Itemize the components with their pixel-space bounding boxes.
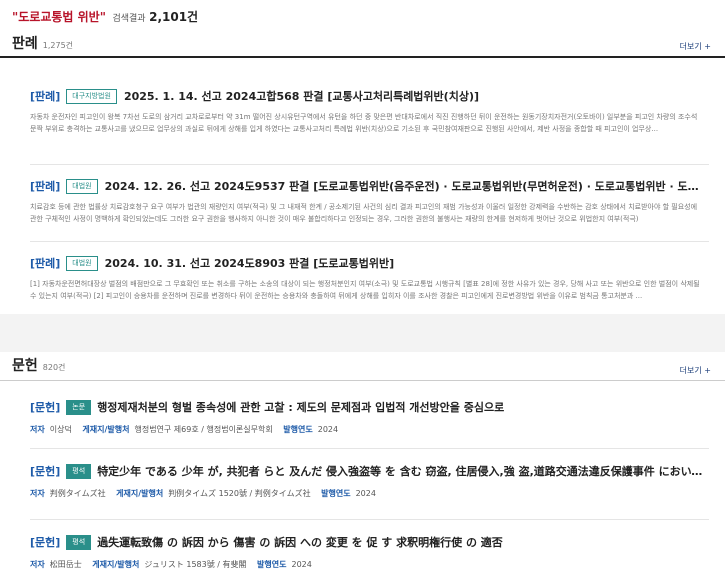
case-item[interactable]: [판례] 대구지방법원 2025. 1. 14. 선고 2024고합568 판결… [0,58,725,138]
author-label: 저자 [30,425,45,434]
search-result-header: "도로교통법 위반" 검색결과 2,101건 [0,0,725,30]
year-value: 2024 [317,425,339,434]
doc-type-badge: 평석 [66,463,92,479]
literature-kind-label: [문헌] [30,401,61,414]
literature-section-title: 문헌 [12,358,38,374]
case-summary: [1] 자동차운전면허대장상 벌점의 배점만으로 그 무효확인 또는 취소를 구… [30,280,700,300]
literature-count: 820건 [42,363,66,372]
publisher-label: 게재지/발행처 [82,425,130,434]
author-value: 松田岳士 [49,560,82,569]
case-summary: 치료감호 등에 관한 법률상 치료감호청구 요구 여부가 법관의 재량인지 여부… [30,203,698,223]
doc-type-badge: 평석 [66,534,92,550]
cases-section-title: 판례 [12,36,38,52]
result-label: 검색결과 [112,14,146,24]
literature-section: 문헌 820건 더보기 + [문헌] 논문 행정제재처분의 형벌 종속성에 관한 … [0,352,725,580]
literature-kind-label: [문헌] [30,536,61,549]
cases-section: 판례 1,275건 더보기 + [판례] 대구지방법원 2025. 1. 14. … [0,30,725,314]
case-kind-label: [판례] [30,257,61,270]
court-badge: 대법원 [66,255,98,271]
search-query: "도로교통법 위반" [12,10,106,24]
case-title-link[interactable]: 2024. 12. 26. 선고 2024도9537 판결 [도로교통법위반(음… [105,178,705,194]
publisher-value: 행정법연구 제69호 / 행정법이론실무학회 [134,425,273,434]
literature-title-link[interactable]: 特定少年 である 少年 が, 共犯者 らと 及んだ 侵入強盗等 を 含む 窃盗,… [97,463,705,479]
year-label: 발행연도 [321,489,351,498]
case-summary: 자동차 운전자인 피고인이 왕복 7차선 도로의 삼거리 교차로로부터 약 31… [30,113,698,133]
year-value: 2024 [291,560,312,569]
cases-count: 1,275건 [42,41,74,50]
case-title-link[interactable]: 2025. 1. 14. 선고 2024고합568 판결 [교통사고처리특례법위… [124,88,479,104]
publisher-label: 게재지/발행처 [116,489,164,498]
literature-title-link[interactable]: 행정제재처분의 형벌 종속성에 관한 고찰 : 제도의 문제점과 입법적 개선방… [97,399,504,415]
literature-section-header: 문헌 820건 더보기 + [0,352,725,381]
year-label: 발행연도 [283,425,313,434]
literature-item[interactable]: [문헌] 평석 特定少年 である 少年 が, 共犯者 らと 及んだ 侵入強盗等 … [0,449,725,519]
publisher-label: 게재지/발행처 [92,560,140,569]
case-item[interactable]: [판례] 대법원 2024. 10. 31. 선고 2024도8903 판결 [… [0,242,725,314]
literature-item[interactable]: [문헌] 논문 행정제재처분의 형벌 종속성에 관한 고찰 : 제도의 문제점과… [0,381,725,448]
court-badge: 대법원 [66,178,98,194]
year-value: 2024 [355,489,376,498]
cases-more-link[interactable]: 더보기 + [680,41,711,56]
court-badge: 대구지방법원 [66,88,117,104]
result-count: 2,101건 [149,10,199,24]
literature-kind-label: [문헌] [30,465,61,478]
cases-section-header: 판례 1,275건 더보기 + [0,30,725,58]
author-value: 이상덕 [49,425,72,434]
case-kind-label: [판례] [30,180,61,193]
year-label: 발행연도 [257,560,287,569]
case-kind-label: [판례] [30,90,61,103]
case-item[interactable]: [판례] 대법원 2024. 12. 26. 선고 2024도9537 판결 [… [0,165,725,235]
literature-more-link[interactable]: 더보기 + [680,365,711,380]
author-label: 저자 [30,489,45,498]
section-gap [0,314,725,352]
publisher-value: ジュリスト 1583號 / 有斐閣 [144,560,247,569]
literature-title-link[interactable]: 過失運転致傷 の 訴因 から 傷害 の 訴因 への 変更 を 促 す 求釈明権行… [97,534,503,550]
literature-item[interactable]: [문헌] 평석 過失運転致傷 の 訴因 から 傷害 の 訴因 への 変更 を 促… [0,520,725,580]
publisher-value: 判例タイムズ 1520號 / 判例タイムズ社 [168,489,311,498]
case-title-link[interactable]: 2024. 10. 31. 선고 2024도8903 판결 [도로교통법위반] [105,255,394,271]
author-value: 判例タイムズ社 [49,489,106,498]
doc-type-badge: 논문 [66,399,92,415]
author-label: 저자 [30,560,45,569]
